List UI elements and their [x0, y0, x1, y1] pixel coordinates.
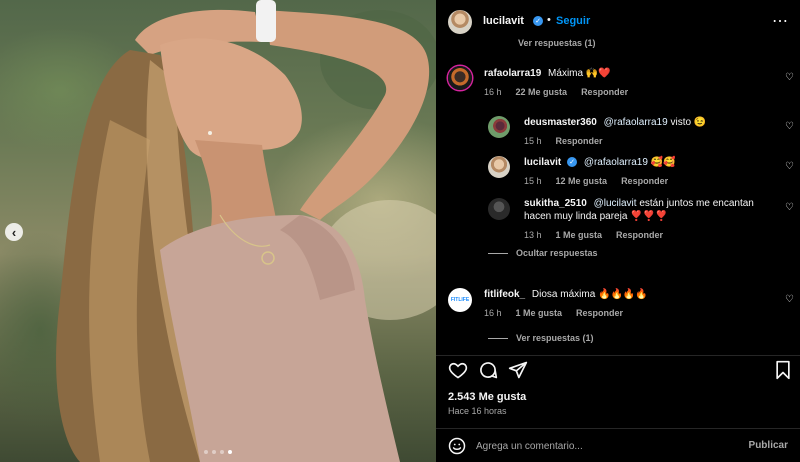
avatar-logo-text: FITLIFE	[450, 297, 470, 303]
reply-button[interactable]: Responder	[621, 176, 668, 186]
more-dots-icon[interactable]: ⋯	[772, 11, 788, 31]
post-timestamp[interactable]: Hace 16 horas	[448, 406, 507, 416]
verified-badge-icon: ✓	[533, 16, 543, 26]
comments-panel: lucilavit ✓ • Seguir ⋯ Ver respuestas (1…	[436, 0, 800, 462]
share-paper-plane-icon[interactable]	[508, 360, 528, 380]
view-replies-label[interactable]: Ver respuestas (1)	[516, 333, 594, 343]
hide-replies-label[interactable]: Ocultar respuestas	[516, 248, 598, 258]
like-heart-icon[interactable]: ♡	[785, 121, 794, 132]
post-photo[interactable]: ‹	[0, 0, 436, 462]
comment-text: Máxima 🙌❤️	[548, 68, 611, 79]
comment-mention[interactable]: @lucilavit	[594, 198, 637, 209]
like-heart-icon[interactable]: ♡	[785, 202, 794, 213]
comment-input[interactable]	[476, 438, 736, 454]
reply-item: deusmaster360 @rafaolarra19 visto 😉 15 h…	[436, 112, 800, 148]
commenter-avatar[interactable]: FITLIFE	[448, 288, 472, 312]
comment-time[interactable]: 15 h	[524, 176, 542, 186]
post-header: lucilavit ✓ • Seguir ⋯	[436, 0, 800, 44]
comment-likes[interactable]: 1 Me gusta	[556, 230, 603, 240]
post-actions	[448, 360, 792, 382]
commenter-avatar[interactable]	[448, 66, 472, 90]
reply-button[interactable]: Responder	[616, 230, 663, 240]
commenter-avatar[interactable]	[488, 156, 510, 178]
reply-button[interactable]: Responder	[556, 136, 603, 146]
publish-button[interactable]: Publicar	[749, 440, 788, 451]
post-like-count[interactable]: 2.543 Me gusta	[448, 391, 526, 403]
reply-item: lucilavit ✓ @rafaolarra19 🥰🥰 15 h 12 Me …	[436, 152, 800, 188]
view-replies-link-top[interactable]: Ver respuestas (1)	[518, 38, 596, 48]
commenter-username[interactable]: fitlifeok_	[484, 289, 525, 300]
comment-mention[interactable]: @rafaolarra19	[584, 157, 648, 168]
previous-image-button[interactable]: ‹	[5, 223, 23, 241]
comment-text: visto 😉	[667, 117, 707, 128]
follow-button[interactable]: Seguir	[556, 15, 590, 27]
author-username[interactable]: lucilavit	[483, 15, 524, 27]
comment-item: FITLIFE fitlifeok_ Diosa máxima 🔥🔥🔥🔥 16 …	[436, 284, 800, 324]
carousel-dot	[204, 450, 208, 454]
comment-likes[interactable]: 1 Me gusta	[516, 308, 563, 318]
reply-item: sukitha_2510 @lucilavit están juntos me …	[436, 194, 800, 244]
comment-text-continued: hacen muy linda pareja ❣️❣️❣️	[524, 211, 668, 222]
comment-time[interactable]: 13 h	[524, 230, 542, 240]
commenter-avatar[interactable]	[488, 198, 510, 220]
reply-button[interactable]: Responder	[576, 308, 623, 318]
comment-text: 🥰🥰	[647, 157, 676, 168]
follow-separator: •	[547, 14, 551, 26]
carousel-indicator	[0, 450, 436, 454]
comment-likes[interactable]: 22 Me gusta	[516, 87, 568, 97]
reply-button[interactable]: Responder	[581, 87, 628, 97]
carousel-dot-active	[228, 450, 232, 454]
carousel-dot	[220, 450, 224, 454]
hide-replies-link[interactable]: Ocultar respuestas	[488, 248, 598, 258]
emoji-icon[interactable]	[448, 437, 466, 455]
comment-item: rafaolarra19 Máxima 🙌❤️ 16 h 22 Me gusta…	[436, 62, 800, 102]
comment-text: Diosa máxima 🔥🔥🔥🔥	[531, 289, 648, 300]
view-replies-link[interactable]: Ver respuestas (1)	[488, 333, 594, 343]
section-divider	[436, 355, 800, 356]
comment-bubble-icon[interactable]	[478, 360, 498, 380]
comment-time[interactable]: 15 h	[524, 136, 542, 146]
author-avatar[interactable]	[448, 10, 472, 34]
comment-time[interactable]: 16 h	[484, 308, 502, 318]
comment-likes[interactable]: 12 Me gusta	[556, 176, 608, 186]
commenter-username[interactable]: sukitha_2510	[524, 198, 587, 209]
commenter-username[interactable]: deusmaster360	[524, 117, 597, 128]
bookmark-icon[interactable]	[774, 360, 792, 380]
photo-illustration	[56, 0, 436, 462]
commenter-username[interactable]: rafaolarra19	[484, 68, 541, 79]
replies-dash	[488, 337, 508, 339]
carousel-dot	[212, 450, 216, 454]
like-heart-icon[interactable]	[448, 360, 468, 380]
replies-dash	[488, 252, 508, 254]
like-heart-icon[interactable]: ♡	[785, 72, 794, 83]
add-comment-bar: Publicar	[436, 430, 800, 462]
commenter-avatar[interactable]	[488, 116, 510, 138]
comment-text: están juntos me encantan	[636, 198, 754, 209]
like-heart-icon[interactable]: ♡	[785, 294, 794, 305]
comment-time[interactable]: 16 h	[484, 87, 502, 97]
comment-mention[interactable]: @rafaolarra19	[604, 117, 668, 128]
commenter-username[interactable]: lucilavit	[524, 157, 561, 168]
like-heart-icon[interactable]: ♡	[785, 161, 794, 172]
verified-badge-icon: ✓	[567, 157, 578, 168]
section-divider	[436, 428, 800, 429]
